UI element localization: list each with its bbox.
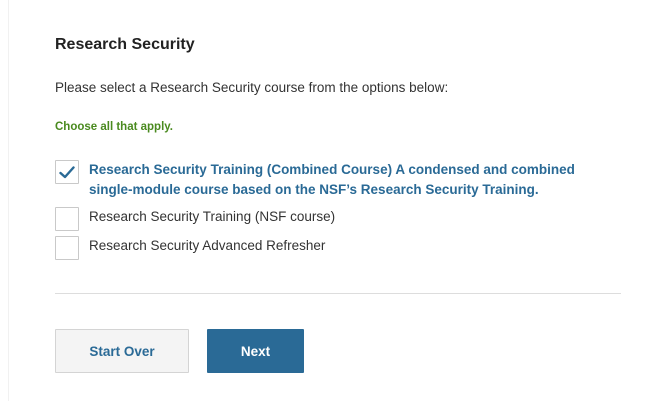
option-combined-course-checkbox[interactable] <box>55 160 79 184</box>
start-over-button[interactable]: Start Over <box>55 329 189 373</box>
section-title: Research Security <box>55 36 195 53</box>
option-combined-course[interactable]: Research Security Training (Combined Cou… <box>55 160 609 200</box>
choose-all-hint: Choose all that apply. <box>55 121 173 133</box>
option-advanced-refresher-label: Research Security Advanced Refresher <box>89 238 326 253</box>
research-security-panel: Research Security Please select a Resear… <box>55 0 621 401</box>
left-border <box>8 0 9 401</box>
option-nsf-course[interactable]: Research Security Training (NSF course) <box>55 207 335 231</box>
section-divider <box>55 293 621 294</box>
option-advanced-refresher-checkbox[interactable] <box>55 236 79 260</box>
course-selection-page: Research Security Please select a Resear… <box>0 0 645 401</box>
check-icon <box>59 165 75 178</box>
option-nsf-course-label: Research Security Training (NSF course) <box>89 209 336 224</box>
next-button[interactable]: Next <box>207 329 304 373</box>
option-advanced-refresher[interactable]: Research Security Advanced Refresher <box>55 236 325 260</box>
selection-prompt: Please select a Research Security course… <box>55 80 449 95</box>
option-nsf-course-checkbox[interactable] <box>55 207 79 231</box>
option-combined-course-label: Research Security Training (Combined Cou… <box>89 162 575 197</box>
